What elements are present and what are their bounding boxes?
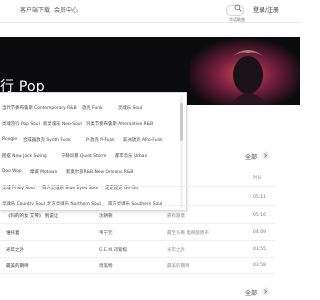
tag-synth-funk[interactable]: 合成器放克 Synth Funk <box>23 137 71 143</box>
search-input[interactable] <box>227 15 247 24</box>
genre-tag-dropdown: 当代节奏布鲁斯 Contemporary R&B 放克 Funk 灵魂乐 Sou… <box>0 92 187 211</box>
search-icon[interactable] <box>234 4 242 12</box>
row-divider <box>0 273 275 274</box>
top-nav: 客户端下载 会员中心 登录/注册 <box>0 0 300 24</box>
song-singer[interactable]: 沈朝朝 <box>99 213 113 219</box>
song-duration: 03:55 <box>253 247 266 252</box>
play-all-label: 全部 <box>245 154 258 161</box>
tag-funk[interactable]: 放克 Funk <box>82 105 103 111</box>
song-title[interactable]: 光年之外 <box>6 247 24 253</box>
view-all-label: 全部 <box>245 290 258 297</box>
song-duration: 05:16 <box>253 213 266 218</box>
tag-doo-wop[interactable]: Doo Wop <box>2 169 22 174</box>
tag-southern-soul[interactable]: 南方灵魂乐 Southern Soul <box>108 201 162 207</box>
tag-new-jack-swing[interactable]: 摇摆 New Jack Swing <box>2 153 47 159</box>
song-duration: 05:11 <box>253 195 266 200</box>
column-header-duration: 时长 <box>253 176 262 181</box>
tag-soul[interactable]: 灵魂乐 Soul <box>118 105 142 111</box>
song-singer[interactable]: 周笔畅 <box>99 263 113 269</box>
tag-urban[interactable]: 都市音乐 Urban <box>115 153 147 159</box>
login-register-link[interactable]: 登录/注册 <box>253 5 279 14</box>
nav-member-center[interactable]: 会员中心 <box>54 5 78 14</box>
tag-northern-soul[interactable]: 北方灵魂乐 Northern Soul <box>47 201 101 207</box>
tag-country-soul[interactable]: 灵魂乐 Country Soul <box>2 201 45 207</box>
tag-contemporary-rnb[interactable]: 当代节奏布鲁斯 Contemporary R&B <box>2 105 77 111</box>
tag-quiet-storm[interactable]: 宁静风暴 Quiet Storm <box>61 153 106 159</box>
row-divider <box>0 205 275 206</box>
dropdown-scrollbar[interactable] <box>180 95 183 208</box>
scrollbar-thumb[interactable] <box>180 103 183 141</box>
view-all-link[interactable]: 全部 <box>245 287 270 297</box>
row-divider <box>0 186 275 187</box>
song-album[interactable]: 最美的期待 <box>167 263 190 269</box>
tag-neo-soul[interactable]: 新灵魂乐 Neo-Soul <box>43 121 82 127</box>
tag-p-funk[interactable]: P-放克 P-Funk <box>86 137 115 143</box>
song-duration: 03:58 <box>253 263 266 268</box>
song-singer[interactable]: 韦宁元 <box>99 230 113 236</box>
song-album[interactable]: 最至头看 电视版原声 <box>167 230 209 236</box>
row-divider <box>0 240 275 241</box>
row-divider <box>0 223 275 224</box>
row-divider <box>0 257 275 258</box>
song-duration: 04:09 <box>253 230 266 235</box>
tag-motown[interactable]: 摩城 Motown <box>30 169 57 175</box>
song-title[interactable]: 谁托着 <box>6 230 20 236</box>
tag-pop-soul[interactable]: 灵魂流行 Pop Soul <box>2 121 40 127</box>
song-singer[interactable]: G.E.M.邓紫棋 <box>99 247 127 253</box>
tag-new-orleans-rnb[interactable]: 新奥尔良R&B New Orleans R&B <box>66 169 133 175</box>
tag-alternative-rnb[interactable]: 另类节奏布鲁斯 Alternative R&B <box>86 121 153 127</box>
arrow-right-icon <box>261 151 270 160</box>
tag-boogie[interactable]: Boogie <box>2 137 17 142</box>
song-album[interactable]: 愿有跟意 <box>167 213 185 219</box>
banner-artwork <box>190 37 300 105</box>
arrow-right-icon <box>261 287 270 296</box>
song-title[interactable]: 《吗的的女 艾琴》 别说让 <box>6 213 58 219</box>
tag-afro-funk[interactable]: 非洲放克 Afro-Funk <box>123 137 163 143</box>
song-title[interactable]: 最美的期待 <box>6 263 29 269</box>
play-all-link[interactable]: 全部 <box>245 151 270 161</box>
nav-download-client[interactable]: 客户端下载 <box>20 5 50 14</box>
song-album[interactable]: 光年之外 <box>167 247 185 253</box>
